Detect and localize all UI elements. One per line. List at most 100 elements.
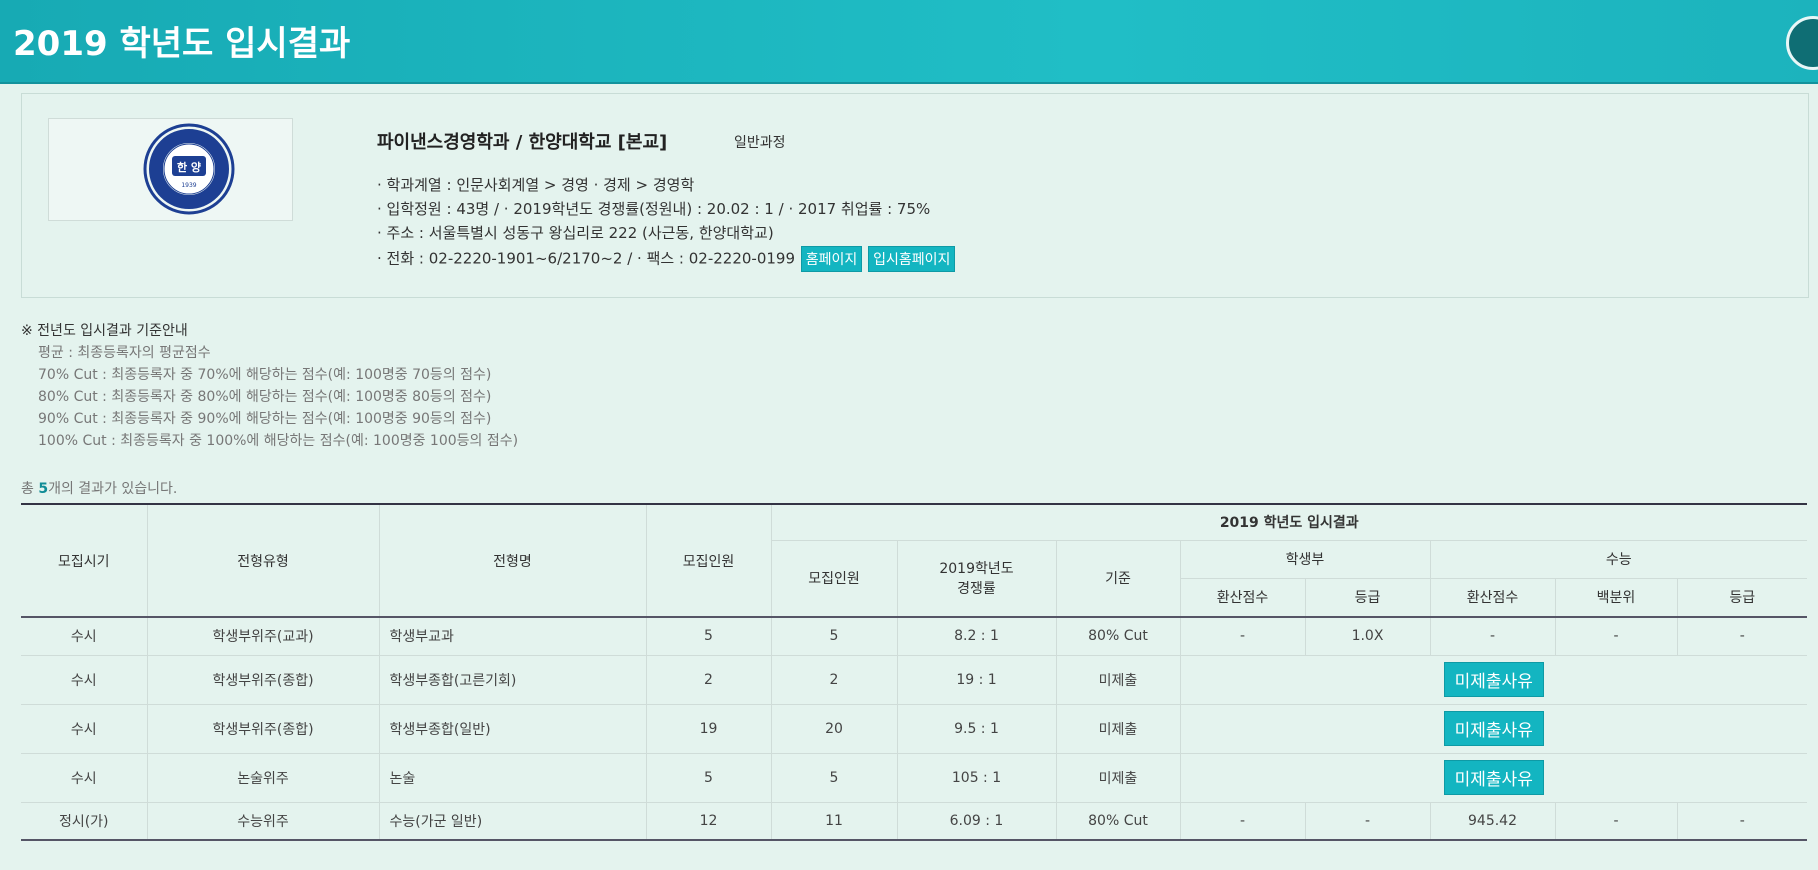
cell-name: 논술 bbox=[378, 753, 647, 803]
cell-name: 수능(가군 일반) bbox=[378, 802, 647, 841]
header-hs-score: 환산점수 bbox=[1180, 577, 1306, 618]
cell-hs-score: - bbox=[1179, 617, 1306, 656]
header-competition: 2019학년도 경쟁률 bbox=[896, 539, 1057, 618]
cell-quota: 5 bbox=[645, 617, 772, 656]
cell-sn-grade: - bbox=[1676, 617, 1807, 656]
table-row: 수시 논술위주 논술 5 5 105 : 1 미제출 미제출사유 bbox=[21, 753, 1807, 803]
cell-result-quota: 11 bbox=[770, 802, 898, 841]
cell-type: 학생부위주(교과) bbox=[146, 617, 380, 656]
cell-competition: 105 : 1 bbox=[896, 753, 1057, 803]
cell-competition: 8.2 : 1 bbox=[896, 617, 1057, 656]
cell-result-quota: 20 bbox=[770, 704, 898, 754]
cell-name: 학생부종합(일반) bbox=[378, 704, 647, 754]
notice-line: 90% Cut : 최종등록자 중 90%에 해당하는 점수(예: 100명중 … bbox=[38, 411, 492, 427]
cell-competition: 9.5 : 1 bbox=[896, 704, 1057, 754]
header-result-group: 2019 학년도 입시결과 bbox=[770, 503, 1807, 541]
cell-result-quota: 5 bbox=[770, 617, 898, 656]
cell-quota: 19 bbox=[645, 704, 772, 754]
table-row: 수시 학생부위주(종합) 학생부종합(일반) 19 20 9.5 : 1 미제출… bbox=[21, 704, 1807, 754]
cell-sn-score: 945.42 bbox=[1429, 802, 1556, 841]
results-table: 모집시기 전형유형 전형명 모집인원 2019 학년도 입시결과 모집인원 20… bbox=[21, 503, 1807, 841]
notice-line: 100% Cut : 최종등록자 중 100%에 해당하는 점수(예: 100명… bbox=[38, 433, 519, 449]
info-line-category: · 학과계열 : 인문사회계열 > 경영 · 경제 > 경영학 bbox=[377, 176, 695, 194]
cell-quota: 12 bbox=[645, 802, 772, 841]
cell-missing-reason: 미제출사유 bbox=[1179, 704, 1807, 754]
result-count-prefix: 총 bbox=[21, 481, 39, 497]
info-line-contact: · 전화 : 02-2220-1901~6/2170~2 / · 팩스 : 02… bbox=[377, 246, 956, 272]
table-row: 정시(가) 수능위주 수능(가군 일반) 12 11 6.09 : 1 80% … bbox=[21, 802, 1807, 841]
school-course: 일반과정 bbox=[734, 135, 786, 151]
header-basis: 기준 bbox=[1055, 539, 1181, 618]
cell-sn-grade: - bbox=[1676, 802, 1807, 841]
missing-reason-button[interactable]: 미제출사유 bbox=[1443, 662, 1544, 697]
header-quota: 모집인원 bbox=[645, 503, 772, 618]
corner-button[interactable] bbox=[1786, 16, 1818, 70]
cell-missing-reason: 미제출사유 bbox=[1179, 753, 1807, 803]
notice-line: 80% Cut : 최종등록자 중 80%에 해당하는 점수(예: 100명중 … bbox=[38, 389, 492, 405]
header-result-quota: 모집인원 bbox=[771, 539, 898, 618]
cell-basis: 미제출 bbox=[1055, 704, 1181, 754]
missing-reason-button[interactable]: 미제출사유 bbox=[1443, 711, 1544, 746]
cell-basis: 미제출 bbox=[1055, 655, 1181, 705]
university-seal-icon: 한 양 1939 bbox=[143, 123, 235, 215]
result-count: 총 5개의 결과가 있습니다. bbox=[21, 478, 177, 498]
header-period: 모집시기 bbox=[21, 503, 148, 618]
school-logo-frame: 한 양 1939 bbox=[48, 118, 293, 221]
cell-type: 논술위주 bbox=[146, 753, 380, 803]
cell-type: 학생부위주(종합) bbox=[146, 704, 380, 754]
cell-competition: 6.09 : 1 bbox=[896, 802, 1057, 841]
result-count-suffix: 개의 결과가 있습니다. bbox=[48, 481, 178, 497]
cell-period: 수시 bbox=[21, 617, 148, 656]
cell-type: 학생부위주(종합) bbox=[146, 655, 380, 705]
cell-basis: 80% Cut bbox=[1055, 802, 1181, 841]
cell-hs-grade: 1.0X bbox=[1304, 617, 1431, 656]
seal-year-text: 1939 bbox=[181, 182, 196, 189]
cell-competition: 19 : 1 bbox=[896, 655, 1057, 705]
missing-reason-button[interactable]: 미제출사유 bbox=[1443, 760, 1544, 795]
info-line-address: · 주소 : 서울특별시 성동구 왕십리로 222 (사근동, 한양대학교) bbox=[377, 224, 774, 242]
school-name: 파이낸스경영학과 / 한양대학교 [본교] bbox=[377, 132, 668, 153]
header-student-record: 학생부 bbox=[1179, 539, 1431, 579]
cell-name: 학생부종합(고른기회) bbox=[378, 655, 647, 705]
seal-center-text: 한 양 bbox=[177, 160, 201, 174]
contact-text: · 전화 : 02-2220-1901~6/2170~2 / · 팩스 : 02… bbox=[377, 249, 796, 268]
table-row: 수시 학생부위주(종합) 학생부종합(고른기회) 2 2 19 : 1 미제출 … bbox=[21, 655, 1807, 705]
cell-period: 정시(가) bbox=[21, 802, 148, 841]
header-sn-grade: 등급 bbox=[1676, 577, 1807, 618]
cell-period: 수시 bbox=[21, 753, 148, 803]
header-hs-grade: 등급 bbox=[1304, 577, 1431, 618]
cell-sn-percentile: - bbox=[1554, 617, 1678, 656]
cell-hs-score: - bbox=[1179, 802, 1306, 841]
cell-result-quota: 2 bbox=[770, 655, 898, 705]
cell-hs-grade: - bbox=[1304, 802, 1431, 841]
admission-homepage-button[interactable]: 입시홈페이지 bbox=[868, 246, 956, 272]
header-suneung: 수능 bbox=[1429, 539, 1807, 579]
cell-sn-percentile: - bbox=[1554, 802, 1678, 841]
page-title: 2019 학년도 입시결과 bbox=[13, 24, 351, 64]
header-sn-score: 환산점수 bbox=[1429, 577, 1556, 618]
cell-basis: 미제출 bbox=[1055, 753, 1181, 803]
header-type: 전형유형 bbox=[146, 503, 380, 618]
criteria-notice: ※ 전년도 입시결과 기준안내 평균 : 최종등록자의 평균점수 70% Cut… bbox=[21, 320, 518, 452]
cell-quota: 2 bbox=[645, 655, 772, 705]
cell-sn-score: - bbox=[1429, 617, 1556, 656]
table-row: 수시 학생부위주(교과) 학생부교과 5 5 8.2 : 1 80% Cut -… bbox=[21, 617, 1807, 656]
cell-missing-reason: 미제출사유 bbox=[1179, 655, 1807, 705]
homepage-button[interactable]: 홈페이지 bbox=[800, 246, 863, 272]
cell-quota: 5 bbox=[645, 753, 772, 803]
school-info-box: 한 양 1939 파이낸스경영학과 / 한양대학교 [본교] 일반과정 · 학과… bbox=[21, 93, 1809, 298]
cell-basis: 80% Cut bbox=[1055, 617, 1181, 656]
header-sn-percentile: 백분위 bbox=[1554, 577, 1678, 618]
notice-heading: ※ 전년도 입시결과 기준안내 bbox=[21, 323, 188, 339]
header-name: 전형명 bbox=[378, 503, 647, 618]
cell-type: 수능위주 bbox=[146, 802, 380, 841]
notice-line: 평균 : 최종등록자의 평균점수 bbox=[38, 345, 211, 361]
cell-name: 학생부교과 bbox=[378, 617, 647, 656]
notice-line: 70% Cut : 최종등록자 중 70%에 해당하는 점수(예: 100명중 … bbox=[38, 367, 492, 383]
cell-period: 수시 bbox=[21, 704, 148, 754]
cell-result-quota: 5 bbox=[770, 753, 898, 803]
result-count-number: 5 bbox=[38, 481, 49, 497]
cell-period: 수시 bbox=[21, 655, 148, 705]
page-header: 2019 학년도 입시결과 bbox=[0, 0, 1818, 84]
info-line-quota: · 입학정원 : 43명 / · 2019학년도 경쟁률(정원내) : 20.0… bbox=[377, 200, 931, 218]
